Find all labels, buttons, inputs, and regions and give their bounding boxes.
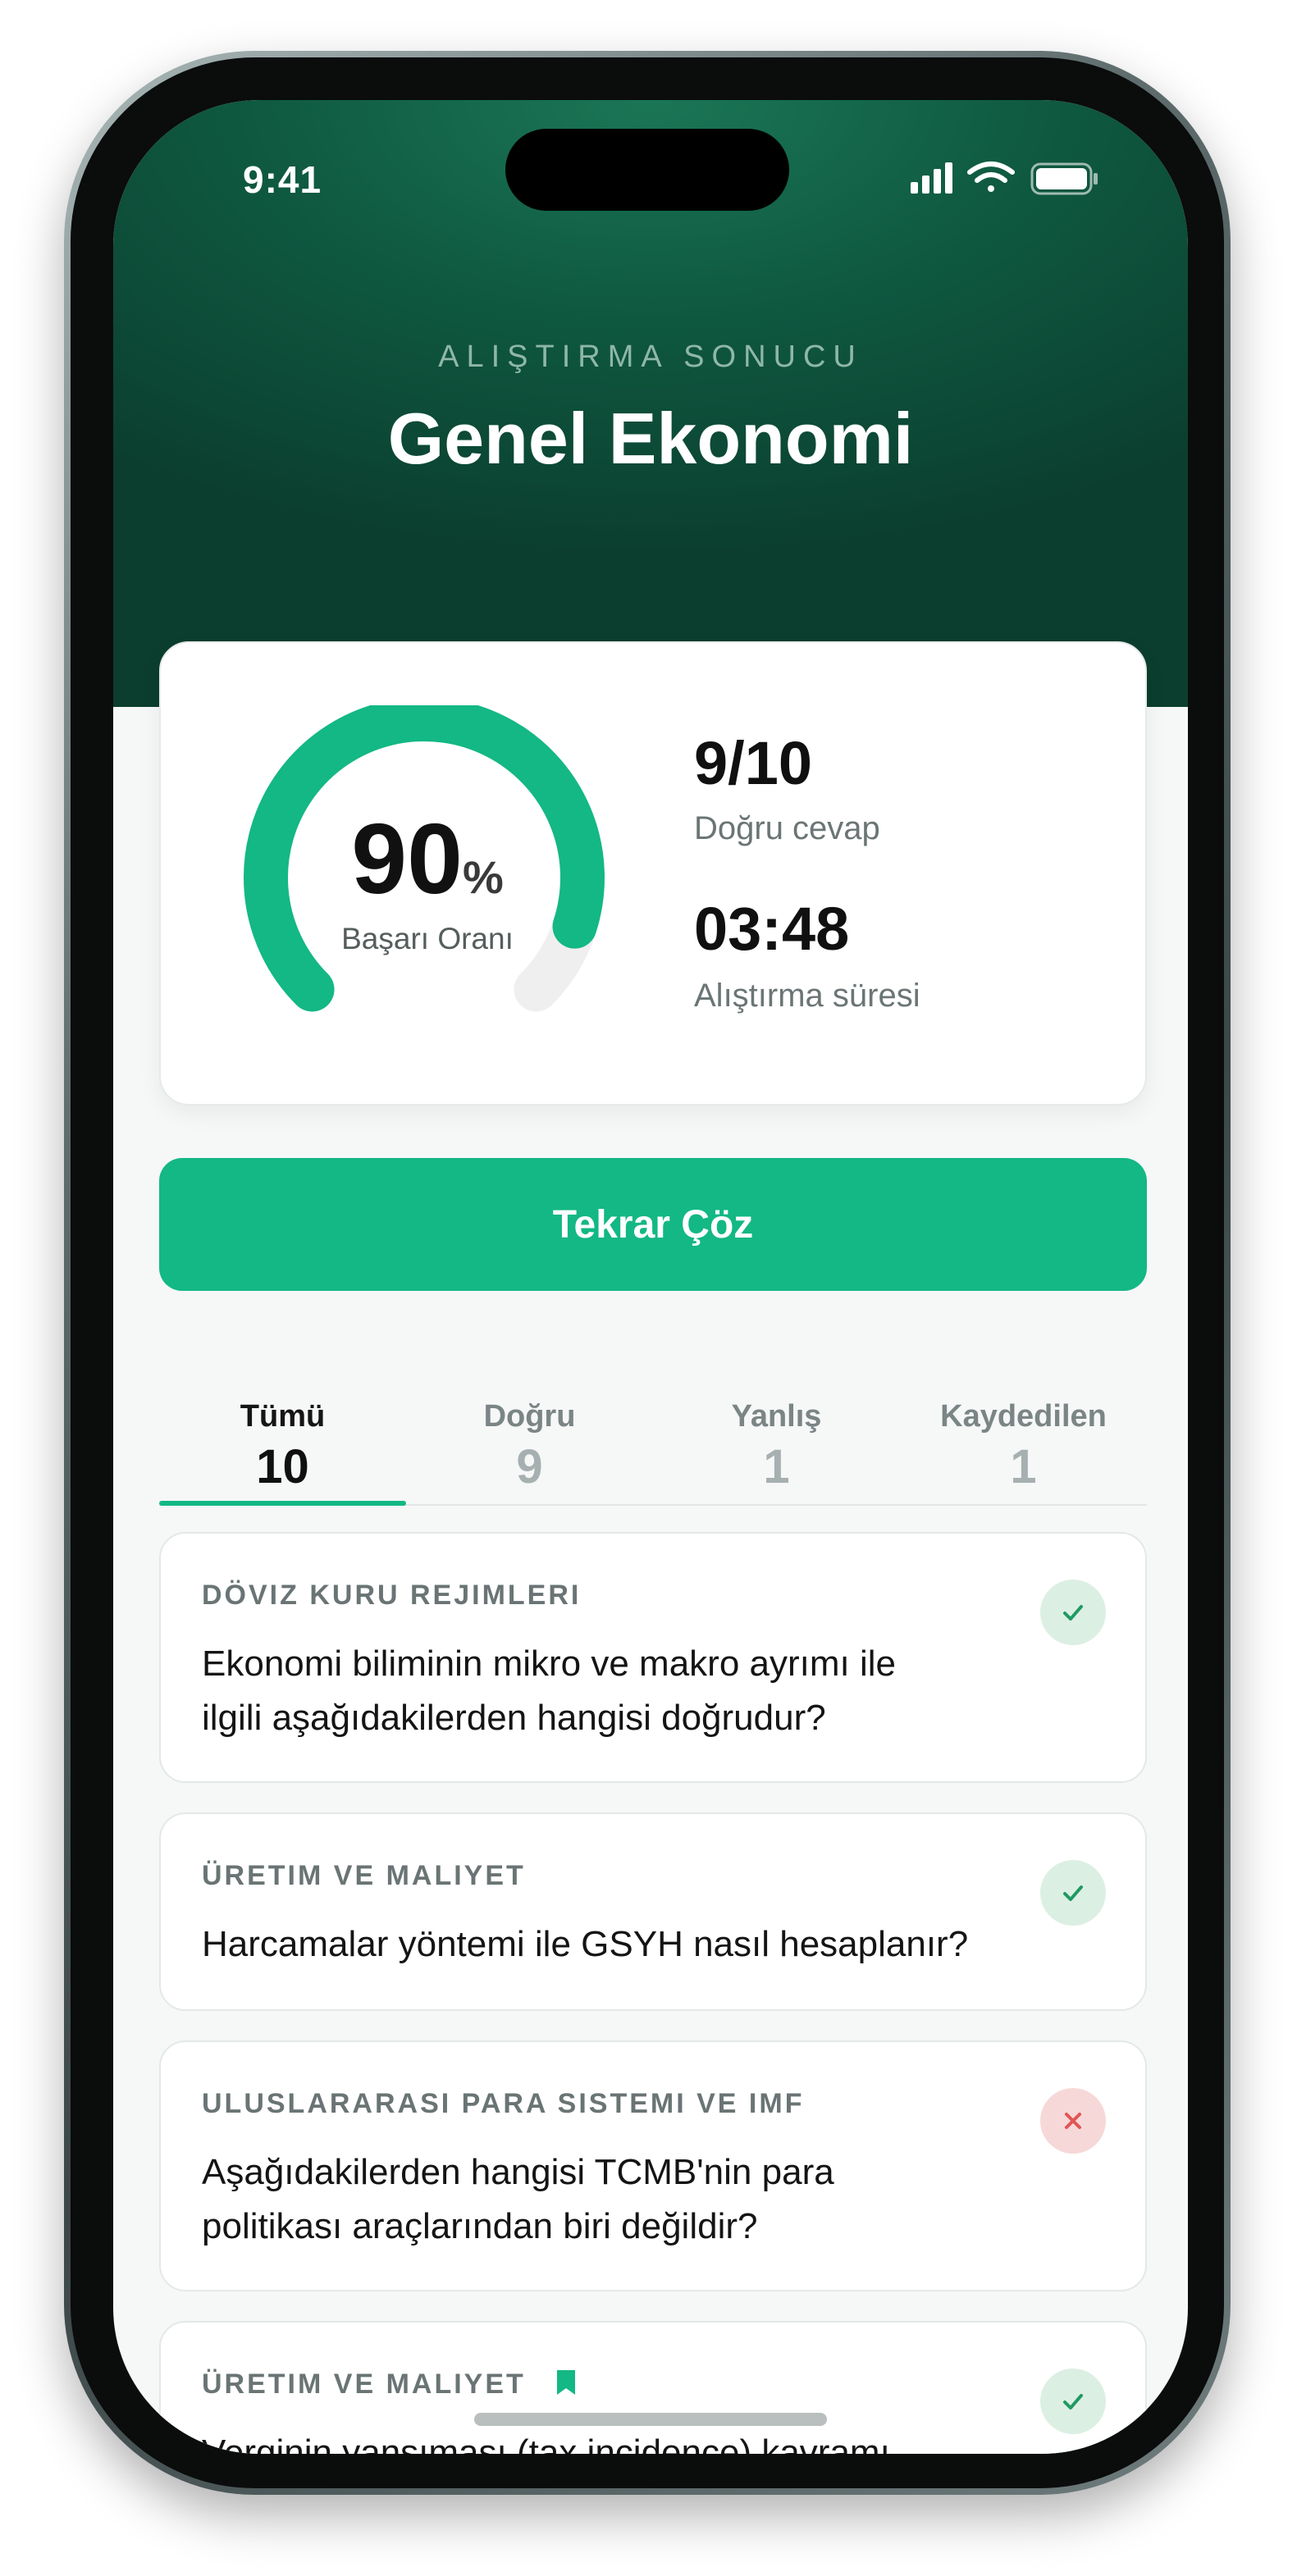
check-icon — [1063, 2394, 1083, 2410]
question-category: ÜRETIM VE MALIYET — [202, 1860, 526, 1891]
tab-all-count: 10 — [256, 1440, 309, 1493]
active-tab-indicator — [159, 1501, 406, 1506]
duration-label: Alıştırma süresi — [694, 978, 920, 1014]
question-card[interactable]: DÖVIZ KURU REJIMLERI Ekonomi biliminin m… — [159, 1532, 1147, 1783]
tab-all-label: Tümü — [240, 1399, 326, 1434]
tab-saved-count: 1 — [1010, 1440, 1037, 1493]
correct-badge — [1040, 1580, 1106, 1645]
status-icons — [911, 162, 1098, 195]
phone-frame: 9:41 ALIŞTIRMA SONUCU Genel Ekonomi 90% … — [64, 51, 1231, 2495]
success-label: Başarı Oranı — [341, 922, 514, 955]
filter-tabs: Tümü 10 Doğru 9 Yanlış 1 Kaydedilen 1 — [159, 1347, 1147, 1511]
dynamic-island — [505, 129, 789, 211]
question-text-line: politikası araçlarından biri değildir? — [202, 2206, 758, 2246]
wifi-icon — [967, 162, 1015, 192]
question-text-line: Aşağıdakilerden hangisi TCMB'nin para — [202, 2152, 834, 2192]
tab-correct-label: Doğru — [483, 1399, 576, 1434]
tab-all[interactable]: Tümü 10 — [159, 1347, 406, 1511]
tab-wrong-count: 1 — [763, 1440, 790, 1493]
phone-bezel: 9:41 ALIŞTIRMA SONUCU Genel Ekonomi 90% … — [71, 57, 1224, 2488]
battery-icon — [1030, 162, 1098, 195]
question-card[interactable]: ÜRETIM VE MALIYET Verginin yansıması (ta… — [159, 2321, 1147, 2454]
status-time: 9:41 — [243, 158, 322, 201]
correct-badge — [1040, 2369, 1106, 2434]
tab-correct[interactable]: Doğru 9 — [406, 1347, 653, 1511]
question-category: ULUSLARARASI PARA SISTEMI VE IMF — [202, 2088, 805, 2119]
check-icon — [1063, 1885, 1083, 1901]
signal-icon — [911, 162, 952, 194]
question-category: DÖVIZ KURU REJIMLERI — [202, 1580, 582, 1611]
result-eyebrow: ALIŞTIRMA SONUCU — [438, 340, 863, 374]
check-icon — [1063, 1605, 1083, 1621]
duration-value: 03:48 — [694, 895, 850, 963]
correct-label: Doğru cevap — [694, 810, 880, 846]
screen: 9:41 ALIŞTIRMA SONUCU Genel Ekonomi 90% … — [113, 100, 1188, 2454]
tab-wrong[interactable]: Yanlış 1 — [653, 1347, 900, 1511]
wrong-badge — [1040, 2088, 1106, 2154]
correct-count: 9/10 — [694, 729, 813, 797]
question-text-line: Ekonomi biliminin mikro ve makro ayrımı … — [202, 1644, 896, 1684]
bookmark-icon — [557, 2370, 576, 2395]
question-card[interactable]: ÜRETIM VE MALIYET Harcamalar yöntemi ile… — [159, 1812, 1147, 2011]
page-title: Genel Ekonomi — [387, 398, 914, 479]
percent-sign: % — [462, 851, 504, 903]
tab-wrong-label: Yanlış — [731, 1399, 822, 1434]
question-card[interactable]: ULUSLARARASI PARA SISTEMI VE IMF Aşağıda… — [159, 2040, 1147, 2291]
score-card: 90% Başarı Oranı 9/10 Doğru cevap 03:48 … — [159, 641, 1147, 1106]
tab-correct-count: 9 — [516, 1440, 543, 1493]
correct-badge — [1040, 1860, 1106, 1926]
success-percent: 90% — [351, 803, 504, 914]
tab-saved-label: Kaydedilen — [940, 1399, 1107, 1434]
question-text-line: Harcamalar yöntemi ile GSYH nasıl hesapl… — [202, 1924, 969, 1964]
question-text-line: ilgili aşağıdakilerden hangisi doğrudur? — [202, 1698, 826, 1738]
home-indicator[interactable] — [474, 2413, 827, 2426]
retry-button[interactable]: Tekrar Çöz — [159, 1158, 1147, 1291]
result-header: 9:41 ALIŞTIRMA SONUCU Genel Ekonomi — [113, 100, 1188, 707]
close-icon — [1065, 2113, 1081, 2129]
question-text-line: Verginin yansıması (tax incidence) kavra… — [202, 2432, 890, 2454]
question-category: ÜRETIM VE MALIYET — [202, 2369, 577, 2400]
tab-saved[interactable]: Kaydedilen 1 — [900, 1347, 1147, 1511]
